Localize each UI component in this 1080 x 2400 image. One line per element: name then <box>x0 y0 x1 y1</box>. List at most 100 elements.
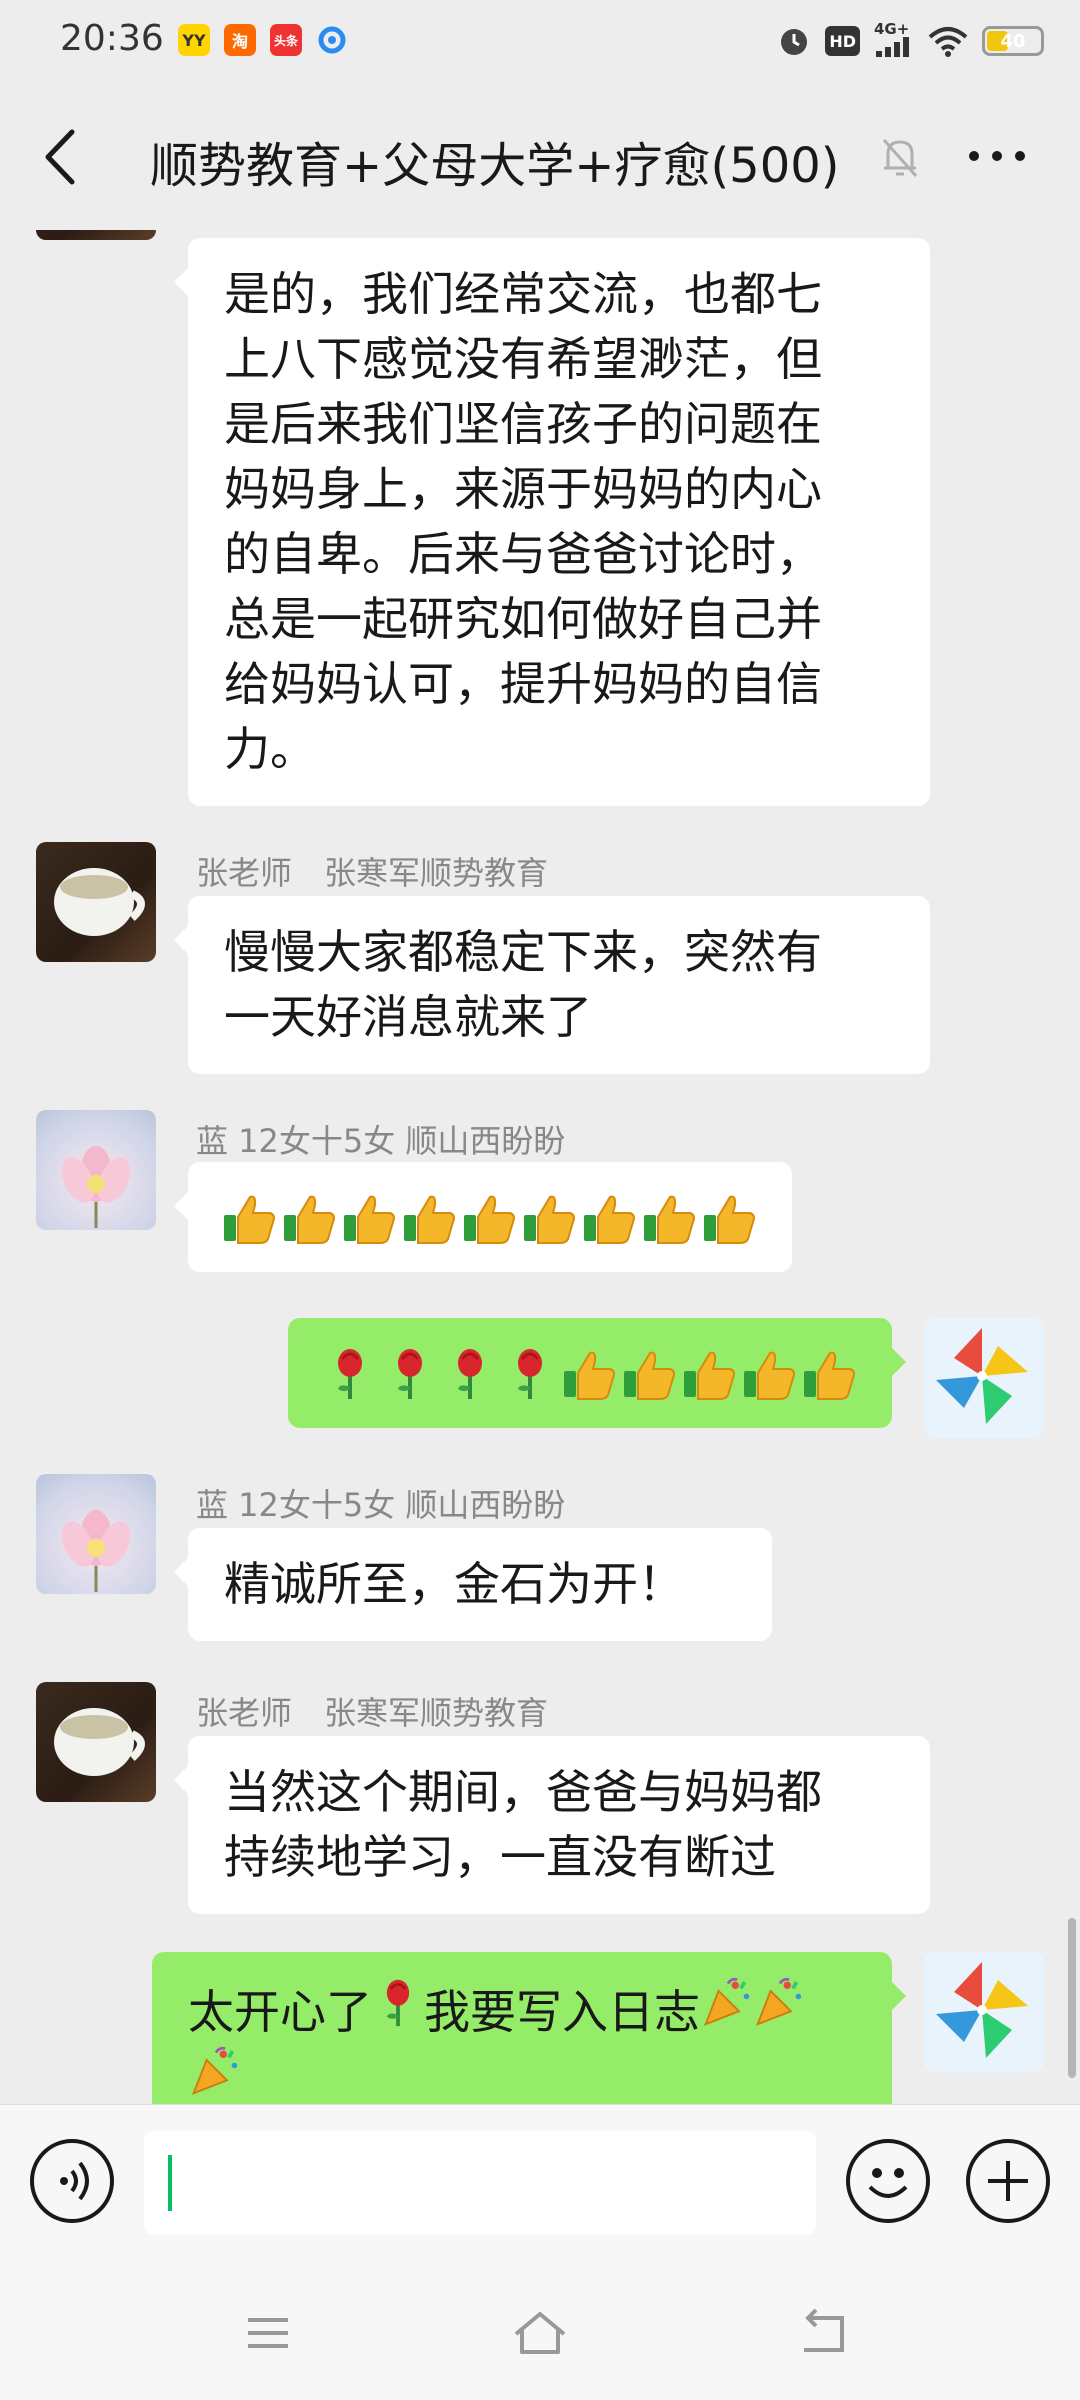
thumbs-up-emoji <box>644 1195 695 1244</box>
toutiao-app-icon: 头条 <box>270 24 302 56</box>
party-popper-emoji <box>755 1977 802 2026</box>
avatar-pinwheel[interactable] <box>924 1952 1044 2072</box>
more-options-button[interactable] <box>962 136 1032 176</box>
message-bubble[interactable]: 当然这个期间，爸爸与妈妈都 持续地学习，一直没有断过 <box>174 1736 930 1914</box>
back-button[interactable] <box>36 124 86 190</box>
thumbs-up-emoji <box>524 1195 575 1244</box>
more-functions-button[interactable] <box>966 2139 1050 2223</box>
message-line: 总是一起研究如何做好自己并 <box>224 592 822 646</box>
thumbs-up-emoji <box>564 1351 615 1400</box>
menu-icon <box>248 2318 288 2348</box>
message-line: 的自卑。后来与爸爸讨论时， <box>224 527 822 581</box>
rose-emoji <box>458 1349 482 1399</box>
scrollbar[interactable] <box>1068 1918 1076 2078</box>
message-text: 太开心了 <box>188 1985 372 2039</box>
chat-header: 顺势教育+父母大学+疗愈(500) <box>0 84 1080 230</box>
avatar-lotus[interactable] <box>36 1474 156 1594</box>
message-line: 上八下感觉没有希望渺茫，但 <box>224 332 822 386</box>
sender-name: 蓝 12女十5女 顺山西盼盼 <box>196 1486 566 1524</box>
message-bubble[interactable]: 是的，我们经常交流，也都七 上八下感觉没有希望渺茫，但 是后来我们坚信孩子的问题… <box>174 238 930 806</box>
taobao-app-icon: 淘 <box>224 24 256 56</box>
back-nav-icon <box>804 2308 844 2352</box>
avatar-tea-cup[interactable] <box>36 842 156 962</box>
message-bubble-self[interactable] <box>288 1318 906 1428</box>
rose-emoji <box>386 1979 410 2027</box>
sender-name: 张老师 张寒军顺势教育 <box>196 1694 549 1732</box>
rose-emoji <box>398 1349 422 1399</box>
party-popper-emoji <box>188 2046 240 2104</box>
yy-app-icon: YY <box>178 24 210 56</box>
party-popper-emoji <box>700 1977 752 2039</box>
emoji-button[interactable] <box>846 2139 930 2223</box>
message-line <box>188 2045 856 2104</box>
back-nav-button[interactable] <box>794 2308 854 2358</box>
alarm-icon <box>781 29 808 55</box>
message-line: 慢慢大家都稳定下来，突然有 <box>224 925 822 979</box>
emoji-icon <box>868 2168 908 2198</box>
message-line: 一天好消息就来了 <box>224 990 592 1044</box>
party-popper-emoji <box>191 2046 238 2095</box>
notification-icons: YY 淘 头条 <box>178 24 348 56</box>
message-line: 精诚所至，金石为开！ <box>224 1557 684 1611</box>
browser-app-icon <box>316 24 348 56</box>
battery-indicator: 40 <box>982 26 1044 56</box>
text-caret <box>168 2155 172 2211</box>
more-icon <box>969 151 1025 161</box>
hd-badge: HD <box>825 26 860 56</box>
network-indicator: 4G+ <box>874 22 914 60</box>
thumbs-up-emoji <box>284 1195 335 1244</box>
thumbs-up-emoji <box>404 1195 455 1244</box>
thumbs-up-emoji <box>584 1195 635 1244</box>
message-line: 持续地学习，一直没有断过 <box>224 1830 776 1884</box>
emoji-row <box>322 1338 858 1408</box>
message-line: 当然这个期间，爸爸与妈妈都 <box>224 1765 822 1819</box>
message-input[interactable] <box>144 2131 816 2235</box>
wifi-icon <box>928 27 968 57</box>
message-line: 给妈妈认可，提升妈妈的自信 <box>224 657 822 711</box>
recent-apps-button[interactable] <box>238 2308 298 2358</box>
voice-button[interactable] <box>30 2139 114 2223</box>
thumbs-up-emoji <box>224 1195 275 1244</box>
mute-bell-icon <box>878 134 922 180</box>
thumbs-up-emoji <box>344 1195 395 1244</box>
signal-icon <box>876 37 909 57</box>
system-indicators: HD 4G+ 40 <box>777 22 1044 60</box>
thumbs-up-emoji <box>624 1351 675 1400</box>
message-bubble[interactable] <box>174 1162 792 1272</box>
message-line: 是后来我们坚信孩子的问题在 <box>224 397 822 451</box>
thumbs-up-emoji <box>464 1195 515 1244</box>
system-nav-bar <box>0 2264 1080 2400</box>
avatar-pinwheel[interactable] <box>924 1318 1044 1438</box>
avatar-tea-cup[interactable] <box>36 1682 156 1802</box>
voice-icon <box>60 2161 89 2201</box>
thumbs-up-emoji <box>744 1351 795 1400</box>
message-bubble[interactable]: 慢慢大家都稳定下来，突然有 一天好消息就来了 <box>174 896 930 1074</box>
sender-name: 张老师 张寒军顺势教育 <box>196 854 549 892</box>
message-line: 是的，我们经常交流，也都七 <box>224 267 822 321</box>
emoji-row <box>222 1182 758 1252</box>
message-line: 太开心了 我要写入日志 <box>188 1976 856 2045</box>
avatar-tea-cup[interactable] <box>36 230 156 240</box>
message-bubble-self[interactable]: 太开心了 我要写入日志 <box>152 1952 906 2104</box>
home-icon <box>514 2312 566 2354</box>
message-list[interactable]: 是的，我们经常交流，也都七 上八下感觉没有希望渺茫，但 是后来我们坚信孩子的问题… <box>0 230 1080 2104</box>
clock: 20:36 <box>60 18 164 59</box>
plus-icon <box>988 2161 1028 2201</box>
input-bar <box>0 2104 1080 2264</box>
rose-emoji <box>338 1349 362 1399</box>
sender-name: 蓝 12女十5女 顺山西盼盼 <box>196 1122 566 1160</box>
message-text: 我要写入日志 <box>424 1985 700 2039</box>
thumbs-up-emoji <box>684 1351 735 1400</box>
thumbs-up-emoji <box>804 1351 855 1400</box>
thumbs-up-emoji <box>704 1195 755 1244</box>
group-title: 顺势教育+父母大学+疗愈(500) <box>150 138 840 194</box>
party-popper-emoji <box>703 1977 750 2026</box>
status-bar: 20:36 YY 淘 头条 HD 4G+ 40 <box>0 0 1080 84</box>
avatar-lotus[interactable] <box>36 1110 156 1230</box>
message-bubble[interactable]: 精诚所至，金石为开！ <box>174 1528 772 1641</box>
rose-emoji <box>372 1979 424 2039</box>
chevron-left-icon <box>45 129 75 185</box>
message-line: 力。 <box>224 722 316 776</box>
message-line: 妈妈身上，来源于妈妈的内心 <box>224 462 822 516</box>
home-button[interactable] <box>510 2308 570 2358</box>
